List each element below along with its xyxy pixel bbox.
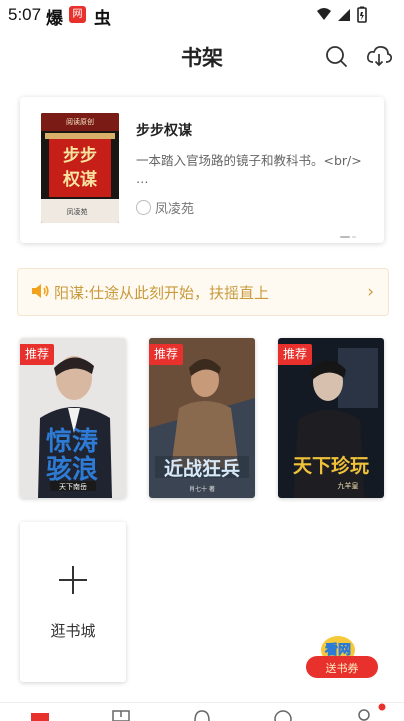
cover-author: 肖七十 著 (189, 485, 215, 493)
cover-title-line1: 惊涛 (46, 427, 98, 457)
book-cover-art: 阅读原创 步步 权谋 凤凌苑 (41, 113, 119, 223)
coupon-badge[interactable]: 看网 送书券 (304, 630, 380, 684)
coupon-label-line2: 送书券 (326, 661, 359, 675)
featured-book-author-name: 凤凌苑 (155, 202, 195, 217)
status-time: 5:07 (8, 5, 42, 24)
status-bar: 5:07 爆 网 虫 (0, 0, 404, 30)
cloud-download-icon[interactable] (366, 43, 392, 69)
cover-author: 九羊皇 (338, 481, 359, 490)
carousel-indicator (338, 223, 356, 242)
shelf-book[interactable]: 惊涛 骇浪 天下南岳 推荐 (20, 338, 126, 498)
coupon-label-line1: 看网 (325, 642, 351, 658)
cover-title: 近战狂兵 (164, 458, 240, 480)
recommend-badge: 推荐 (149, 344, 184, 365)
browse-bookstore-tile[interactable]: 逛书城 (20, 522, 126, 682)
featured-book-description: 一本踏入官场路的镜子和教科书。<br/> … (136, 153, 362, 186)
chevron-right-icon: › (367, 282, 374, 302)
cover-title-line2: 骇浪 (46, 454, 98, 485)
wifi-icon (317, 8, 331, 20)
notification-app-icon: 网 (69, 6, 86, 23)
featured-book-title[interactable]: 步步权谋 (136, 120, 192, 140)
speaker-icon (32, 284, 49, 298)
status-icons (317, 6, 367, 23)
bookshelf-nav-icon[interactable] (30, 709, 50, 721)
cover-title: 天下珍玩 (293, 454, 369, 477)
author-icon (136, 200, 151, 215)
announcement-banner[interactable]: 阳谋:仕途从此刻开始，扶摇直上 › (17, 268, 389, 316)
featured-book-card[interactable]: 阅读原创 步步 权谋 凤凌苑 步步权谋 一本踏入官场路的镜子和教科书。<br/>… (20, 97, 384, 243)
bookstore-nav-icon[interactable] (111, 709, 131, 721)
browse-bookstore-label: 逛书城 (50, 622, 96, 640)
search-icon[interactable] (323, 43, 349, 69)
featured-book-cover[interactable]: 阅读原创 步步 权谋 凤凌苑 (41, 113, 119, 223)
shelf-book[interactable]: 天下珍玩 九羊皇 推荐 (278, 338, 384, 498)
announcement-text: 阳谋:仕途从此刻开始，扶摇直上 (54, 284, 270, 302)
profile-nav-icon[interactable] (354, 703, 388, 721)
cover-publisher: 阅读原创 (66, 117, 94, 126)
recommend-badge: 推荐 (20, 344, 55, 365)
cover-author: 凤凌苑 (67, 207, 88, 216)
plus-icon (59, 566, 87, 594)
cover-author: 天下南岳 (59, 482, 87, 491)
cellular-icon (338, 9, 350, 21)
bottom-navigation (0, 702, 404, 721)
notification-app-icon: 虫 (94, 9, 111, 29)
shelf-book[interactable]: 近战狂兵 肖七十 著 推荐 (149, 338, 255, 498)
category-nav-icon[interactable] (192, 709, 212, 721)
carousel-dot (352, 236, 356, 238)
top-app-bar: 书架 (0, 30, 404, 82)
discover-nav-icon[interactable] (273, 709, 293, 721)
cover-title-line1: 步步 (63, 145, 97, 166)
recommend-badge: 推荐 (278, 344, 313, 365)
notification-app-icon: 爆 (46, 9, 63, 29)
featured-book-author: 凤凌苑 (136, 198, 194, 217)
carousel-dot (340, 236, 350, 238)
cover-title-line2: 权谋 (62, 169, 98, 190)
